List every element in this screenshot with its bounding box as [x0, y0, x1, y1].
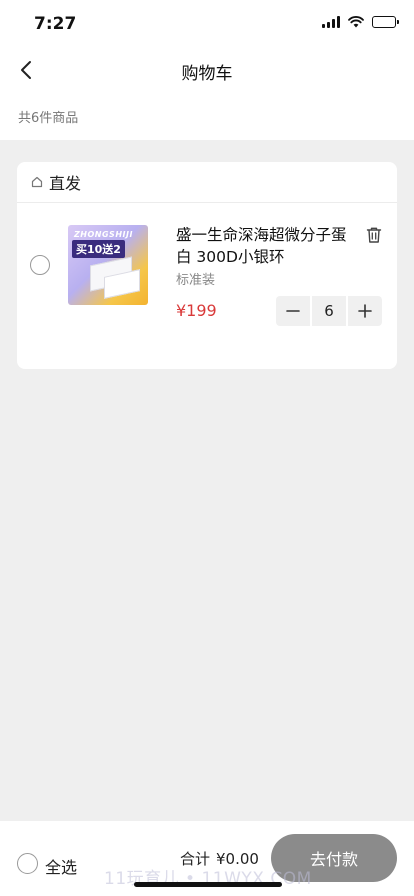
trash-icon[interactable] — [365, 226, 383, 244]
increase-button[interactable] — [348, 296, 382, 326]
minus-icon — [286, 310, 300, 312]
total-summary: 合计 ¥0.00 — [180, 848, 259, 869]
checkout-button[interactable]: 去付款 — [271, 834, 397, 882]
shop-header[interactable]: 直发 — [17, 162, 397, 203]
select-all-checkbox[interactable] — [17, 853, 38, 874]
plus-icon — [358, 304, 372, 318]
product-spec: 标准装 — [176, 273, 216, 288]
nav-bar: 购物车 — [0, 48, 414, 92]
quantity-value[interactable]: 6 — [312, 296, 346, 326]
page-title: 购物车 — [181, 64, 233, 84]
quantity-stepper: 6 — [276, 296, 382, 326]
cart-summary: 共6件商品 — [0, 92, 414, 140]
shop-name: 直发 — [49, 174, 82, 193]
home-icon — [31, 176, 43, 188]
product-title[interactable]: 盛一生命深海超微分子蛋白 300D小银环 — [176, 224, 356, 268]
item-count: 共6件商品 — [18, 111, 79, 126]
status-bar: 7:27 — [0, 0, 414, 48]
select-all-label[interactable]: 全选 — [45, 854, 77, 878]
product-price: ¥199 — [176, 301, 217, 320]
thumbnail-promo: 买10送2 — [72, 240, 125, 258]
total-label: 合计 — [180, 850, 211, 868]
product-thumbnail[interactable]: ZHONGSHIJI 买10送2 — [68, 225, 148, 305]
total-value: ¥0.00 — [216, 850, 259, 868]
item-checkbox[interactable] — [30, 255, 50, 275]
battery-icon — [372, 16, 399, 28]
status-time: 7:27 — [34, 14, 77, 34]
shop-card: 直发 ZHONGSHIJI 买10送2 盛一生命深海超微分子蛋白 300D小银环… — [17, 162, 397, 369]
status-icons — [322, 16, 399, 28]
signal-icon — [322, 16, 340, 28]
thumbnail-brand: ZHONGSHIJI — [74, 230, 133, 239]
home-indicator — [134, 882, 282, 887]
wifi-icon — [348, 16, 364, 28]
decrease-button[interactable] — [276, 296, 310, 326]
